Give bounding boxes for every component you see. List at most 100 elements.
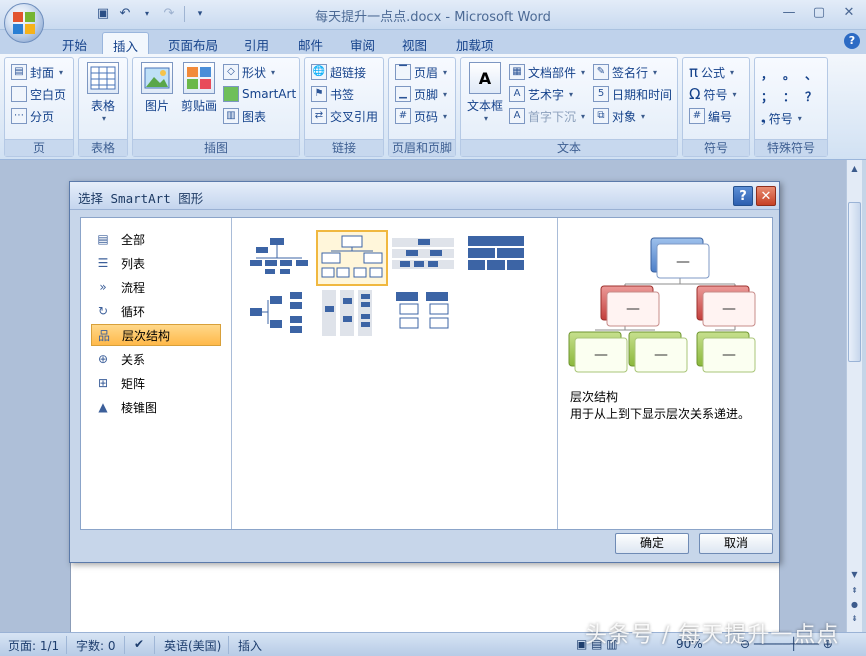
page-count[interactable]: 页面: 1/1 [8, 637, 59, 654]
spellcheck-icon[interactable]: ✔ [134, 637, 144, 651]
category-all[interactable]: ▤ 全部 [91, 228, 221, 250]
category-matrix[interactable]: ⊞ 矩阵 [91, 372, 221, 394]
signature-line-button[interactable]: ✎ 签名行 ▾ [593, 62, 657, 82]
calendar-icon: 5 [593, 86, 609, 102]
shapes-button[interactable]: ◇ 形状 ▾ [223, 62, 275, 82]
special-char-pause[interactable]: 、 [805, 64, 817, 84]
next-page-icon[interactable]: ⇟ [847, 612, 862, 626]
special-char-period[interactable]: 。 [783, 64, 795, 84]
category-process[interactable]: » 流程 [91, 276, 221, 298]
scroll-down-icon[interactable]: ▼ [847, 568, 862, 582]
equation-button[interactable]: π 公式 ▾ [689, 62, 734, 82]
category-list-item[interactable]: ☰ 列表 [91, 252, 221, 274]
language[interactable]: 英语(美国) [164, 637, 221, 654]
object-button[interactable]: ⧉ 对象 ▾ [593, 106, 645, 126]
cover-page-button[interactable]: ▤ 封面 ▾ [11, 62, 63, 82]
select-browse-object-icon[interactable]: ● [847, 598, 862, 612]
numbering-button[interactable]: # 编号 [689, 106, 732, 126]
wordart-button[interactable]: A 艺术字 ▾ [509, 84, 573, 104]
page-number-button[interactable]: # 页码 ▾ [395, 106, 447, 126]
org-chart-icon [250, 238, 308, 274]
table-label: 表格 [90, 99, 115, 113]
maximize-icon[interactable]: ▢ [810, 4, 828, 22]
page-break-button[interactable]: ⋯ 分页 [11, 106, 54, 126]
header-button[interactable]: ▔ 页眉 ▾ [395, 62, 447, 82]
close-icon[interactable]: ✕ [840, 4, 858, 22]
category-cycle[interactable]: ↻ 循环 [91, 300, 221, 322]
svg-text:—: — [722, 347, 736, 363]
tab-mailings[interactable]: 邮件 [288, 32, 333, 54]
quickparts-button[interactable]: ▦ 文档部件 ▾ [509, 62, 585, 82]
chart-icon: ▥ [223, 108, 239, 124]
dialog-close-icon[interactable]: ✕ [756, 186, 776, 206]
blank-page-label: 空白页 [30, 87, 67, 102]
page-number-icon: # [395, 108, 411, 124]
special-char-question[interactable]: ？ [805, 86, 817, 106]
office-button[interactable] [4, 3, 44, 43]
tab-addins[interactable]: 加载项 [446, 32, 504, 54]
footer-label: 页脚 [414, 87, 439, 102]
table-icon [87, 62, 119, 94]
tab-review[interactable]: 审阅 [340, 32, 385, 54]
wordart-icon: A [509, 86, 525, 102]
picture-button[interactable]: 图片 [135, 62, 179, 114]
category-hierarchy[interactable]: 品层次结构 [91, 324, 221, 346]
special-symbol-button[interactable]: ❟ 符号 ▾ [761, 108, 802, 128]
preview-title: 层次结构 [570, 390, 619, 404]
clipart-label: 剪贴画 [180, 99, 217, 113]
process-icon: » [99, 280, 107, 294]
layout-vertical-list[interactable] [390, 288, 460, 343]
previous-page-icon[interactable]: ⇞ [847, 584, 862, 598]
picture-label: 图片 [144, 99, 169, 113]
dropcap-button[interactable]: A 首字下沉 ▾ [509, 106, 585, 126]
shapes-label: 形状 [242, 65, 267, 80]
shapes-icon: ◇ [223, 64, 239, 80]
blank-page-button[interactable]: 空白页 [11, 84, 66, 104]
vertical-scrollbar[interactable]: ▲ ▼ ⇞ ● ⇟ [846, 160, 862, 632]
scroll-thumb[interactable] [848, 202, 861, 362]
tab-references[interactable]: 引用 [234, 32, 279, 54]
special-char-semicolon[interactable]: ； [761, 86, 773, 106]
tab-home[interactable]: 开始 [52, 32, 97, 54]
clipart-button[interactable]: 剪贴画 [177, 62, 221, 114]
scroll-up-icon[interactable]: ▲ [847, 162, 862, 176]
dropcap-label: 首字下沉 [528, 109, 577, 124]
layout-horizontal-hierarchy[interactable] [246, 288, 316, 343]
layout-table-hierarchy[interactable] [464, 230, 534, 285]
tables-group: 表格 ▾ 表格 [78, 57, 128, 157]
textbox-button[interactable]: A 文本框 ▾ [463, 62, 507, 123]
smartart-label: SmartArt [242, 87, 297, 101]
tab-insert[interactable]: 插入 [102, 32, 150, 54]
special-char-comma[interactable]: ， [761, 64, 773, 84]
footer-button[interactable]: ▁ 页脚 ▾ [395, 84, 447, 104]
hyperlink-button[interactable]: 🌐 超链接 [311, 62, 366, 82]
table-button[interactable]: 表格 ▾ [81, 62, 125, 123]
word-count[interactable]: 字数: 0 [76, 637, 116, 654]
special-char-colon[interactable]: ： [783, 86, 795, 106]
layout-hierarchy[interactable] [316, 230, 388, 286]
table-hierarchy-icon [468, 236, 524, 270]
category-pyramid[interactable]: ▲ 棱锥图 [91, 396, 221, 418]
cancel-button[interactable]: 取消 [699, 533, 773, 554]
chart-button[interactable]: ▥ 图表 [223, 106, 266, 126]
bookmark-button[interactable]: ⚑ 书签 [311, 84, 354, 104]
category-relationship[interactable]: ⊕ 关系 [91, 348, 221, 370]
datetime-button[interactable]: 5 日期和时间 [593, 84, 672, 104]
pyramid-icon: ▲ [98, 400, 108, 414]
tab-page-layout[interactable]: 页面布局 [158, 32, 228, 54]
dialog-help-icon[interactable]: ? [733, 186, 753, 206]
symbol-button[interactable]: Ω 符号 ▾ [689, 84, 737, 104]
layout-hierarchy-list[interactable] [318, 288, 388, 343]
minimize-icon[interactable]: — [780, 4, 798, 22]
crossref-button[interactable]: ⇄ 交叉引用 [311, 106, 378, 126]
pi-icon: π [689, 63, 699, 81]
help-icon[interactable]: ? [844, 33, 860, 49]
layout-labeled-hierarchy[interactable] [390, 230, 460, 285]
ok-button[interactable]: 确定 [615, 533, 689, 554]
tab-view[interactable]: 视图 [392, 32, 437, 54]
smartart-button[interactable]: SmartArt [223, 84, 296, 104]
layout-org-chart[interactable] [246, 230, 316, 285]
insert-mode[interactable]: 插入 [238, 637, 262, 654]
svg-text:—: — [676, 254, 690, 270]
layout-gallery [232, 218, 558, 529]
